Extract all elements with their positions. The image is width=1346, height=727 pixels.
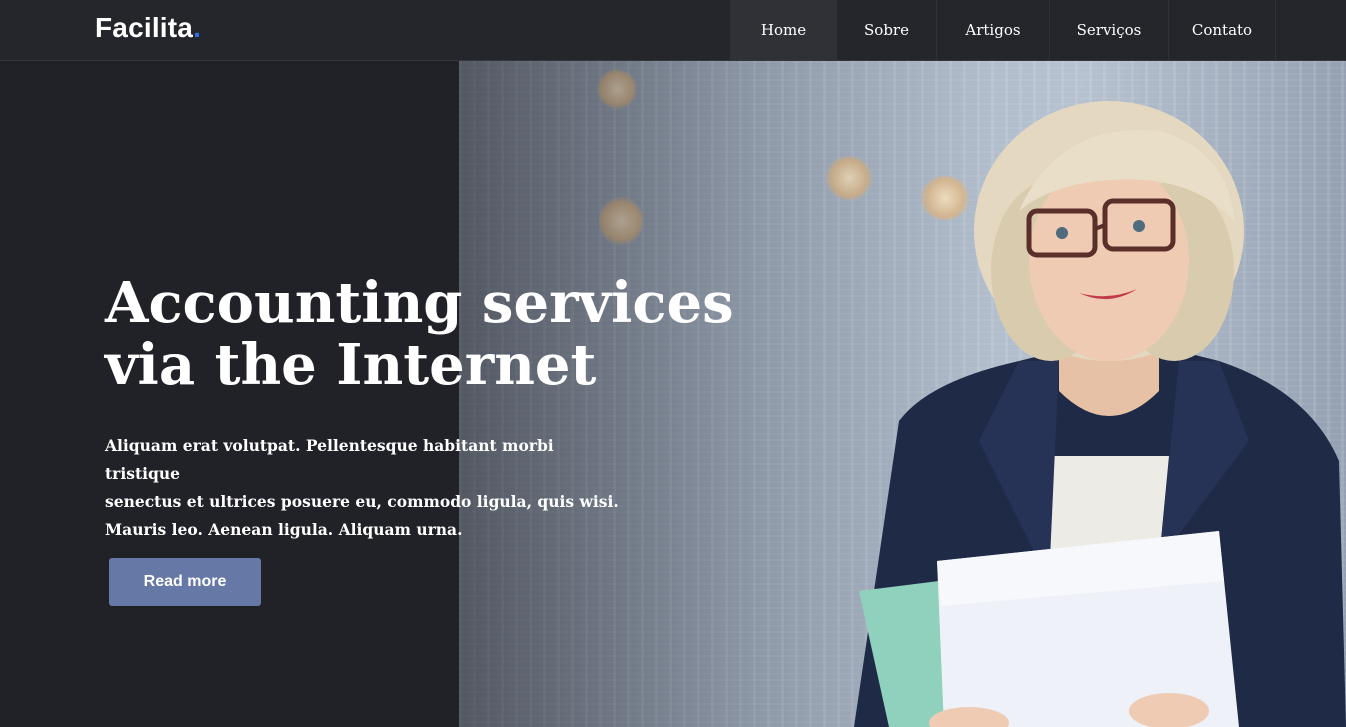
- nav-item-servicos[interactable]: Serviços: [1049, 0, 1168, 60]
- site-logo[interactable]: Facilita.: [95, 12, 201, 44]
- hero-description-line3: Mauris leo. Aenean ligula. Aliquam urna.: [105, 520, 463, 539]
- top-navbar: Facilita. Home Sobre Artigos Serviços Co…: [0, 0, 1346, 61]
- hero-description-line1: Aliquam erat volutpat. Pellentesque habi…: [105, 436, 554, 483]
- logo-dot: .: [193, 12, 202, 43]
- read-more-button[interactable]: Read more: [109, 558, 261, 606]
- main-nav: Home Sobre Artigos Serviços Contato: [730, 0, 1276, 60]
- logo-text: Facilita: [95, 12, 194, 43]
- hero-title-line1: Accounting services: [105, 270, 734, 336]
- nav-item-home[interactable]: Home: [730, 0, 836, 60]
- hero-description-line2: senectus et ultrices posuere eu, commodo…: [105, 492, 619, 511]
- nav-item-contato[interactable]: Contato: [1168, 0, 1276, 60]
- nav-item-artigos[interactable]: Artigos: [936, 0, 1049, 60]
- hero-description: Aliquam erat volutpat. Pellentesque habi…: [105, 432, 625, 544]
- hero-title-line2: via the Internet: [105, 332, 597, 398]
- nav-item-sobre[interactable]: Sobre: [836, 0, 936, 60]
- hero-title: Accounting services via the Internet: [105, 272, 805, 396]
